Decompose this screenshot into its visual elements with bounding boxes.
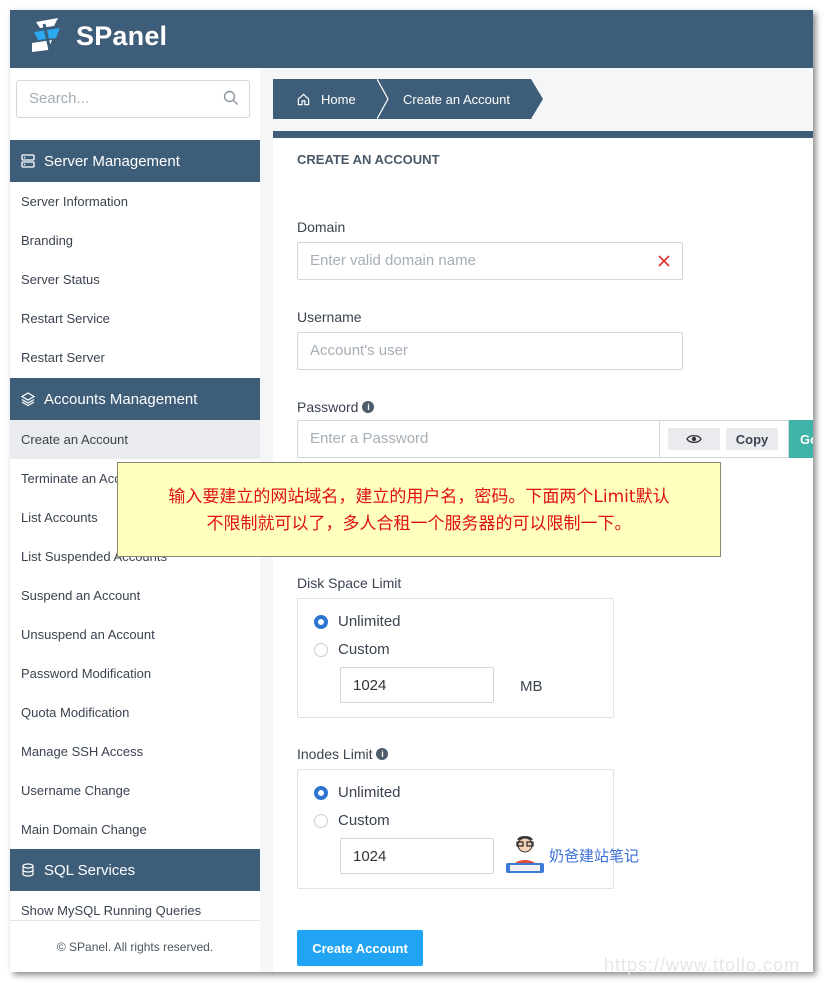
sidebar-item-username-change[interactable]: Username Change (10, 771, 260, 810)
inodes-limit-label: Inodes Limit i (297, 746, 389, 762)
password-input[interactable] (298, 421, 652, 455)
watermark: 奶爸建站笔记 (504, 835, 639, 875)
disk-unit-label: MB (520, 678, 543, 695)
show-password-button[interactable] (668, 428, 720, 450)
inodes-custom-option[interactable]: Custom (314, 812, 390, 829)
sidebar-item-restart-service[interactable]: Restart Service (10, 299, 260, 338)
inodes-custom-label: Custom (338, 812, 390, 829)
breadcrumb-current-label: Create an Account (403, 91, 510, 107)
inodes-limit-input[interactable]: 1024 (340, 838, 494, 874)
top-bar: SPanel (10, 10, 813, 68)
username-input[interactable] (298, 333, 672, 367)
password-field-wrap (297, 420, 660, 458)
mascot-icon (506, 836, 544, 873)
sidebar-item-main-domain-change[interactable]: Main Domain Change (10, 810, 260, 849)
section-server-management[interactable]: Server Management (10, 140, 260, 182)
eye-icon (686, 434, 702, 444)
breadcrumb-home[interactable]: Home (273, 79, 377, 119)
radio-unselected[interactable] (314, 813, 328, 828)
app-name: SPanel (76, 20, 168, 51)
server-icon (21, 154, 35, 168)
breadcrumb-end-arrow (531, 79, 543, 119)
username-label-text: Username (297, 309, 362, 325)
sidebar-item-quota-modification[interactable]: Quota Modification (10, 693, 260, 732)
disk-unlimited-label: Unlimited (338, 613, 401, 630)
search-input[interactable] (17, 81, 209, 115)
radio-unselected[interactable] (314, 642, 328, 657)
disk-limit-box: Unlimited Custom 1024 MB (297, 598, 614, 718)
disk-limit-label: Disk Space Limit (297, 575, 401, 591)
generate-password-button[interactable]: Go (789, 420, 813, 458)
disk-limit-input[interactable]: 1024 (340, 667, 494, 703)
password-label-text: Password (297, 399, 359, 415)
search-box (16, 80, 250, 118)
spanel-logo[interactable]: SPanel (28, 16, 167, 56)
sidebar-item-branding[interactable]: Branding (10, 221, 260, 260)
sidebar-item-create-account[interactable]: Create an Account (10, 420, 260, 459)
sidebar-item-manage-ssh[interactable]: Manage SSH Access (10, 732, 260, 771)
form-title: CREATE AN ACCOUNT (297, 152, 440, 167)
disk-limit-label-text: Disk Space Limit (297, 575, 402, 591)
sidebar-item-suspend-account[interactable]: Suspend an Account (10, 576, 260, 615)
annotation-note: 输入要建立的网站域名，建立的用户名，密码。下面两个Limit默认 不限制就可以了… (117, 462, 721, 557)
breadcrumb-home-label: Home (321, 91, 356, 107)
search-icon[interactable] (223, 90, 239, 106)
domain-field-wrap (297, 242, 683, 280)
sidebar-item-password-modification[interactable]: Password Modification (10, 654, 260, 693)
domain-input[interactable] (298, 243, 652, 277)
sidebar-footer: © SPanel. All rights reserved. (10, 920, 260, 972)
layers-icon (21, 392, 35, 406)
domain-label-text: Domain (297, 219, 346, 235)
password-actions: Copy (659, 420, 789, 458)
section-title: Accounts Management (44, 390, 198, 408)
annotation-line-2: 不限制就可以了，多人合租一个服务器的可以限制一下。 (206, 514, 632, 534)
username-label: Username (297, 309, 362, 325)
home-icon (297, 93, 310, 105)
breadcrumb-current[interactable]: Create an Account (389, 79, 531, 119)
clear-icon[interactable] (658, 255, 670, 267)
info-icon[interactable]: i (376, 748, 389, 760)
username-field-wrap (297, 332, 683, 370)
database-icon (21, 863, 35, 877)
radio-selected[interactable] (314, 785, 328, 800)
inodes-limit-label-text: Inodes Limit (297, 746, 373, 762)
copy-password-button[interactable]: Copy (726, 428, 778, 450)
inodes-unlimited-option[interactable]: Unlimited (314, 784, 401, 801)
breadcrumb-separator (377, 79, 389, 119)
section-sql-services[interactable]: SQL Services (10, 849, 260, 891)
section-title: SQL Services (44, 861, 136, 879)
sidebar-item-restart-server[interactable]: Restart Server (10, 338, 260, 377)
info-icon[interactable]: i (362, 401, 375, 413)
create-account-button[interactable]: Create Account (297, 930, 423, 966)
disk-custom-label: Custom (338, 641, 390, 658)
disk-unlimited-option[interactable]: Unlimited (314, 613, 401, 630)
password-label: Password i (297, 399, 375, 415)
sidebar-item-unsuspend-account[interactable]: Unsuspend an Account (10, 615, 260, 654)
inodes-unlimited-label: Unlimited (338, 784, 401, 801)
sidebar-item-server-status[interactable]: Server Status (10, 260, 260, 299)
radio-selected[interactable] (314, 614, 328, 629)
disk-custom-option[interactable]: Custom (314, 641, 390, 658)
domain-label: Domain (297, 219, 345, 235)
spanel-logo-icon (32, 18, 60, 52)
url-watermark: https://www.ttollo.com (604, 955, 801, 975)
watermark-text: 奶爸建站笔记 (549, 846, 640, 865)
section-accounts-management[interactable]: Accounts Management (10, 378, 260, 420)
annotation-line-1: 输入要建立的网站域名，建立的用户名，密码。下面两个Limit默认 (168, 487, 670, 507)
sidebar-item-server-information[interactable]: Server Information (10, 182, 260, 221)
breadcrumb: Home Create an Account (273, 79, 543, 119)
section-title: Server Management (44, 152, 180, 170)
